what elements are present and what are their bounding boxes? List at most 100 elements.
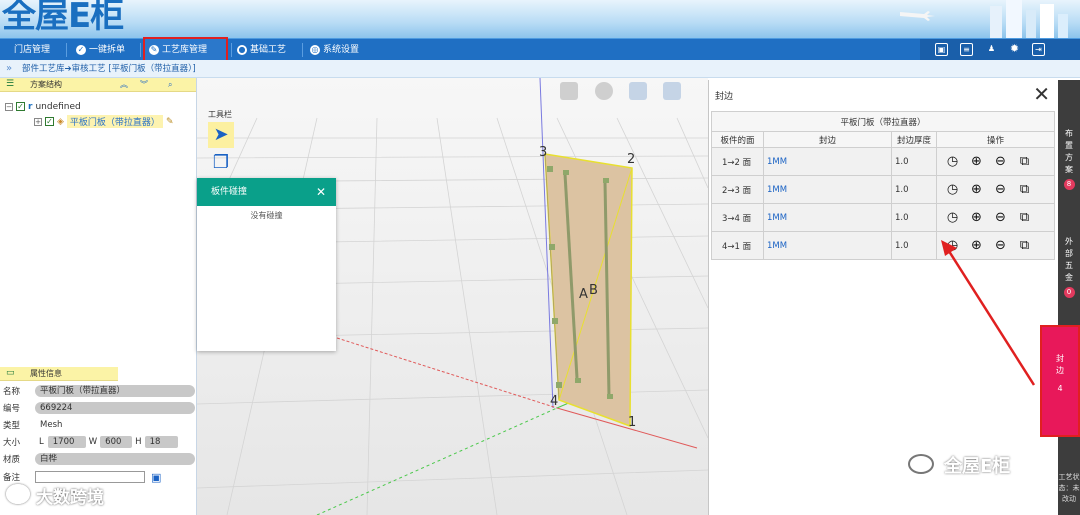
copy-icon[interactable]: ⧉ — [1017, 154, 1032, 169]
size-h-input[interactable]: 18 — [144, 436, 178, 448]
count-label: 4 — [1057, 384, 1063, 393]
remove-icon[interactable]: ⊖ — [993, 182, 1008, 197]
edge-link[interactable]: 1MM — [763, 147, 892, 176]
prop-type-value: Mesh — [40, 420, 63, 430]
tree-checkbox[interactable]: ✓ — [16, 102, 25, 111]
nav-label: 系统设置 — [323, 45, 360, 55]
expand-all-icon[interactable]: ︾ — [140, 78, 148, 92]
tree-root[interactable]: − ✓ r undefined — [5, 100, 81, 113]
remove-icon[interactable]: ⊖ — [993, 210, 1008, 225]
history-icon[interactable]: ◷ — [945, 154, 960, 169]
history-icon[interactable]: ◷ — [945, 182, 960, 197]
tab-label: 布置方案 — [1065, 129, 1073, 174]
remark-input[interactable] — [35, 471, 145, 483]
copy-icon[interactable]: ⧉ — [1017, 182, 1032, 197]
collision-message: 没有碰撞 — [250, 211, 283, 220]
collision-header: 板件碰撞 ✕ — [197, 178, 336, 206]
collapse-toggle-icon[interactable]: − — [5, 102, 13, 111]
tab-layout-scheme[interactable]: 布置方案 8 — [1058, 128, 1080, 190]
logout-icon[interactable]: ⇥ — [1032, 43, 1045, 56]
nav-divider — [231, 43, 232, 57]
pencil-icon: ✎ — [149, 45, 159, 55]
face-cell: 3→4 面 — [711, 203, 764, 232]
tree-item-label: 平板门板（带拉直器） — [66, 115, 163, 128]
ops-cell: ◷ ⊕ ⊖ ⧉ — [936, 175, 1055, 204]
nav-basic-craft[interactable]: ● 基础工艺 — [233, 39, 290, 61]
table-row: 2→3 面 1MM 1.0 ◷ ⊕ ⊖ ⧉ — [711, 175, 1055, 204]
save-icon[interactable]: ▣ — [151, 471, 161, 484]
ops-cell: ◷ ⊕ ⊖ ⧉ — [936, 147, 1055, 176]
nav-system-settings[interactable]: ◎ 系统设置 — [306, 39, 363, 61]
panel-icon: ▭ — [6, 368, 15, 378]
prop-code-row: 编号 669224 — [3, 401, 195, 415]
close-icon[interactable]: ✕ — [1033, 82, 1050, 106]
thickness-cell: 1.0 — [891, 203, 937, 232]
expand-toggle-icon[interactable]: + — [34, 117, 42, 126]
remove-icon[interactable]: ⊖ — [993, 154, 1008, 169]
folder-icon: r — [28, 101, 33, 112]
view-box-icon[interactable] — [560, 82, 578, 100]
size-h-label: H — [135, 437, 142, 447]
search-icon[interactable]: ⌕ — [168, 78, 172, 92]
edge-banding-panel: 封边 ✕ 平板门板（带拉直器） 板件的面 封边 封边厚度 操作 1→2 面 1M… — [708, 80, 1058, 515]
edge-link[interactable]: 1MM — [763, 231, 892, 260]
nav-store-management[interactable]: 门店管理 — [10, 39, 54, 61]
tree-root-label: undefined — [35, 101, 81, 112]
copy-icon[interactable]: ⧉ — [1017, 210, 1032, 225]
tab-label: 封边 — [1056, 354, 1064, 375]
tree-checkbox[interactable]: ✓ — [45, 117, 54, 126]
collision-title: 板件碰撞 — [211, 187, 248, 197]
ops-cell: ◷ ⊕ ⊖ ⧉ — [936, 203, 1055, 232]
view-layers-icon[interactable] — [663, 82, 681, 100]
collapse-icon[interactable]: ︽ — [120, 78, 128, 92]
prop-name-label: 名称 — [3, 387, 21, 397]
col-thickness: 封边厚度 — [891, 131, 937, 148]
prop-name-row: 名称 平板门板（带拉直器） — [3, 384, 195, 398]
count-badge: 0 — [1063, 287, 1075, 298]
nav-divider — [140, 43, 141, 57]
size-w-label: W — [88, 437, 98, 447]
edge-panel-title: 封边 — [715, 92, 734, 102]
tab-external-hardware[interactable]: 外部五金 0 — [1058, 236, 1080, 298]
size-l-label: L — [39, 437, 44, 447]
toolbar-label: 工具栏 — [208, 110, 232, 119]
check-icon: ✓ — [76, 45, 86, 55]
edit-icon[interactable]: ✎ — [166, 117, 174, 127]
view-cube-icon[interactable] — [629, 82, 647, 100]
history-icon[interactable]: ◷ — [945, 210, 960, 225]
app-logo: 全屋E柜 — [2, 0, 124, 36]
view-circle-icon[interactable] — [595, 82, 613, 100]
col-edge: 封边 — [763, 131, 892, 148]
edge-link[interactable]: 1MM — [763, 175, 892, 204]
copy-layers-icon[interactable]: ❐ — [210, 152, 232, 174]
breadcrumb: » 部件工艺库➔审核工艺 [平板门板（带拉直器）] — [0, 60, 1080, 78]
close-icon[interactable]: ✕ — [316, 178, 326, 206]
table-row: 3→4 面 1MM 1.0 ◷ ⊕ ⊖ ⧉ — [711, 203, 1055, 232]
prop-size-label: 大小 — [3, 438, 21, 448]
thickness-cell: 1.0 — [891, 231, 937, 260]
add-icon[interactable]: ⊕ — [969, 210, 984, 225]
property-title: 属性信息 — [30, 369, 62, 378]
screen-icon[interactable]: ▣ — [935, 43, 948, 56]
size-w-input[interactable]: 600 — [100, 436, 133, 448]
nav-one-click-split[interactable]: ✓ 一键拆单 — [72, 39, 129, 61]
user-icon[interactable]: ♟ — [985, 43, 998, 56]
prop-type-row: 类型 Mesh — [3, 418, 195, 432]
prop-material-value: 白桦 — [35, 453, 195, 465]
watermark-right: 全屋E柜 — [944, 456, 1011, 477]
app-header: 全屋E柜 — [0, 0, 1080, 38]
size-l-input[interactable]: 1700 — [47, 436, 86, 448]
add-icon[interactable]: ⊕ — [969, 154, 984, 169]
edge-table: 平板门板（带拉直器） 板件的面 封边 封边厚度 操作 1→2 面 1MM 1.0… — [711, 111, 1055, 260]
select-arrow-icon[interactable]: ➤ — [208, 122, 234, 148]
document-icon[interactable]: ≡ — [960, 43, 973, 56]
tab-edge-banding[interactable]: 封边 4 — [1040, 325, 1080, 437]
tree-item-door-panel[interactable]: + ✓ ◈ 平板门板（带拉直器） ✎ — [34, 115, 174, 128]
face-cell: 1→2 面 — [711, 147, 764, 176]
edge-link[interactable]: 1MM — [763, 203, 892, 232]
add-icon[interactable]: ⊕ — [969, 182, 984, 197]
watermark-left: 大数跨境 — [36, 488, 104, 508]
expand-icon[interactable]: » — [6, 60, 12, 78]
main-nav: 门店管理 ✓ 一键拆单 ✎ 工艺库管理 ● 基础工艺 ◎ 系统设置 ▣ ≡ ♟ … — [0, 37, 1080, 63]
gear-icon[interactable]: ✹ — [1008, 43, 1021, 56]
